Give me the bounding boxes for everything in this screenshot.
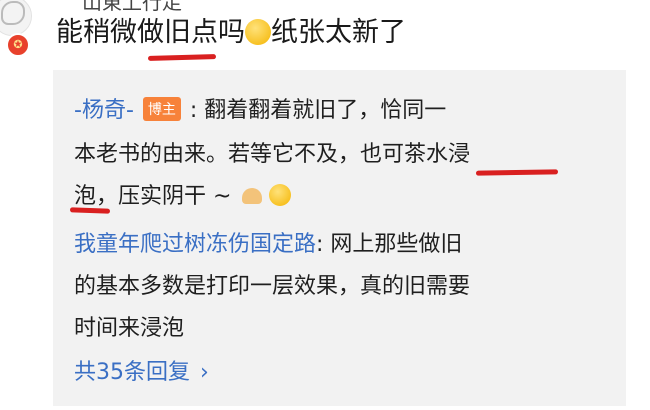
comment-part2: 点吗 [191,17,245,48]
avatar-image [1,1,25,25]
more-replies-label: 共35条回复 [74,360,190,385]
reply-2-line1: 我童年爬过树冻伤国定路: 网上那些做旧 [74,226,462,258]
reply-1-line2: 本老书的由来。若等它不及，也可茶水浸 [74,142,471,167]
red-underline-annotation [147,54,217,61]
reply-1-line1: -杨奇- 博主 : 翻着翻着就旧了，恰同一 [74,92,446,124]
chevron-right-icon: › [200,360,209,385]
author-badge: 博主 [142,97,181,121]
comment-text: 能稍微做旧点吗 纸张太新了 [56,10,406,49]
hand-icon [242,188,263,204]
reply-2-line3: 时间来浸泡 [74,316,185,341]
reply-1-text-1: : 翻着翻着就旧了，恰同一 [189,98,447,123]
reply-2-text-1: : 网上那些做旧 [316,232,463,257]
avatar[interactable] [0,0,32,36]
more-replies-button[interactable]: 共35条回复 › [74,354,209,386]
reply-2-user-link[interactable]: 我童年爬过树冻伤国定路 [74,232,316,257]
reply-1-user-link[interactable]: -杨奇- [74,98,134,123]
comment-part3: 纸张太新了 [271,17,406,48]
verified-badge-icon: ✪ [6,33,30,57]
reply-1-highlight: 泡 [74,184,97,209]
smile-emoji-icon [269,184,292,206]
reply-2-line2: 的基本多数是打印一层效果，真的旧需要 [74,274,471,299]
crying-laughing-emoji-icon [245,19,271,45]
comment-part1: 能稍微 [56,17,137,48]
reply-1-text-3: ，压实阴干 ~ [96,184,232,209]
comment-highlight: 做旧 [137,17,191,48]
reply-1-line3: 泡，压实阴干 ~ [74,178,292,210]
